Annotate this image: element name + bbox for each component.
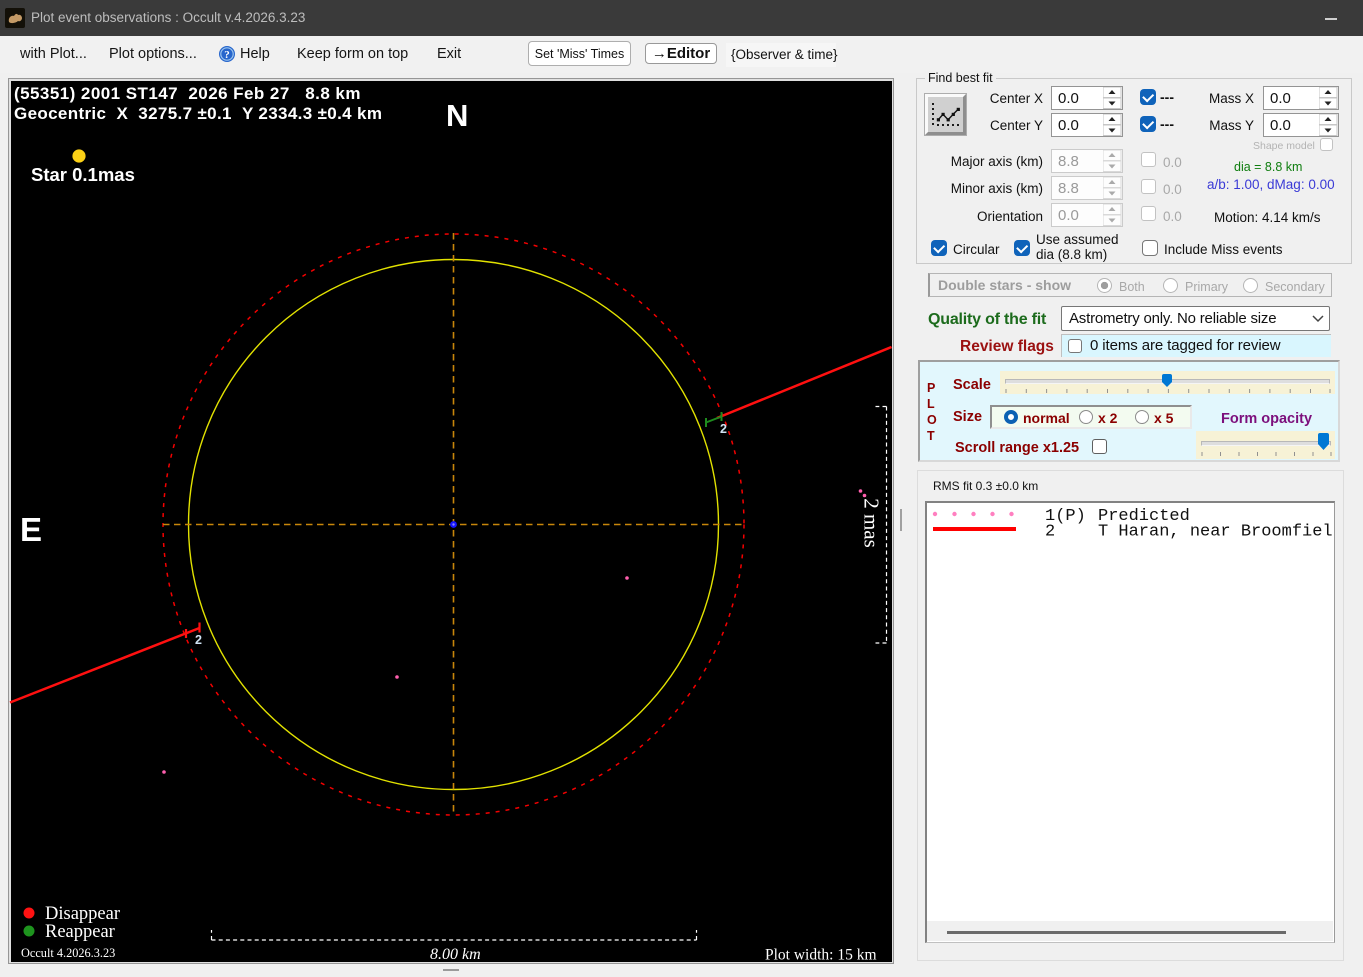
svg-text:N: N [446, 98, 468, 133]
svg-text:Star 0.1mas: Star 0.1mas [31, 164, 135, 185]
svg-text:T Haran, near Broomfiel: T Haran, near Broomfiel [1098, 523, 1333, 542]
svg-text:8.00 km: 8.00 km [430, 946, 481, 963]
svg-text:Plot width: 15 km: Plot width: 15 km [765, 947, 877, 964]
svg-text:2 mas: 2 mas [860, 498, 884, 548]
svg-text:Geocentric X 3275.7 ±0.1 Y: Geocentric X 3275.7 ±0.1 Y 2334.3 ±0.4 k… [14, 104, 382, 123]
svg-text:Reappear: Reappear [45, 922, 115, 942]
svg-text:?: ? [224, 49, 230, 61]
svg-text:Disappear: Disappear [45, 904, 120, 924]
svg-text:Occult 4.2026.3.23: Occult 4.2026.3.23 [21, 946, 115, 960]
svg-text:2: 2 [1045, 523, 1055, 542]
svg-text:E: E [20, 511, 42, 548]
svg-text:(55351) 2001 ST147 2026 Feb 2: (55351) 2001 ST147 2026 Feb 27 8.8 km [14, 84, 361, 103]
svg-text:2: 2 [720, 422, 727, 436]
svg-text:2: 2 [195, 633, 202, 647]
